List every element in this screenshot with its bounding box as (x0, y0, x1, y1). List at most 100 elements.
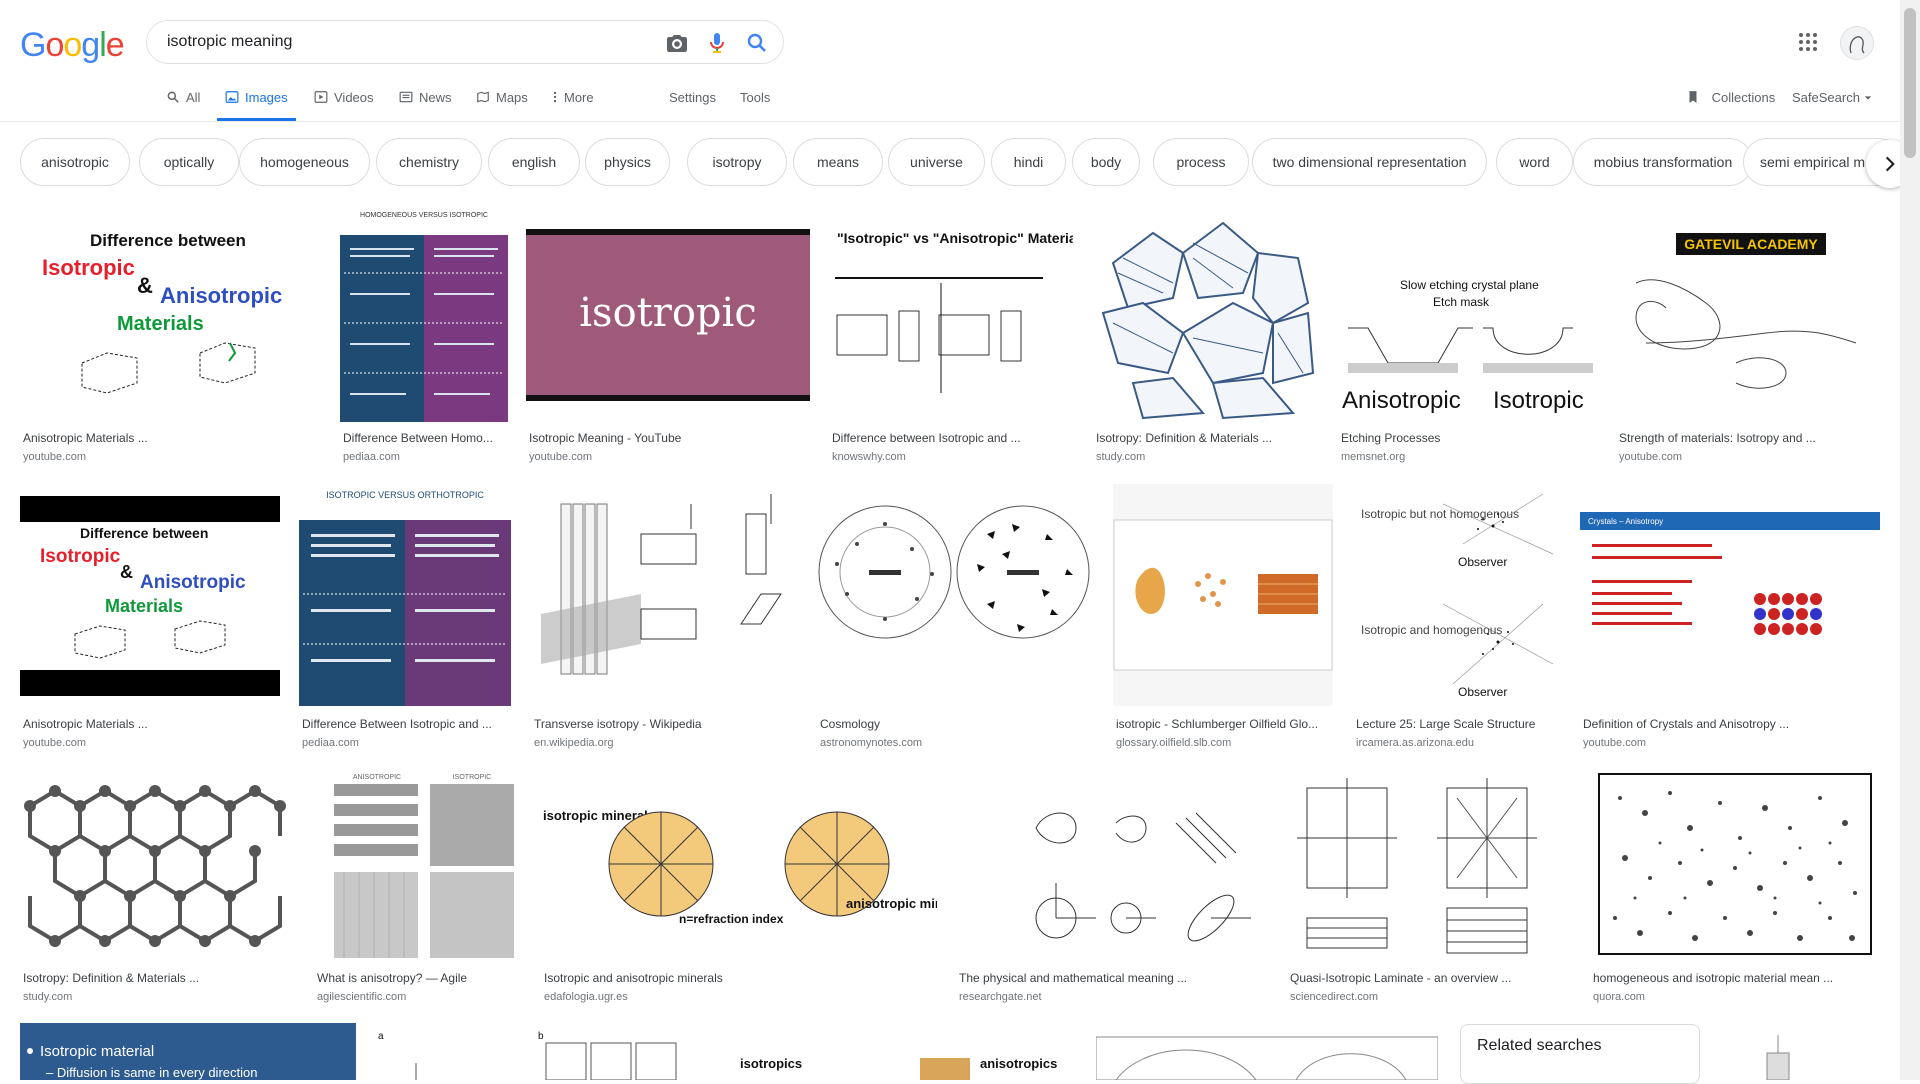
image-result[interactable]: Slow etching crystal plane Etch mask Etc… (1338, 203, 1597, 465)
result-source: agilescientific.com (317, 991, 407, 1003)
avatar[interactable] (1840, 26, 1874, 60)
camera-icon[interactable] (665, 31, 689, 55)
image-result[interactable]: "Isotropic" vs "Anisotropic" Materials D… (829, 203, 1073, 465)
search-icon[interactable] (745, 31, 769, 55)
tab-news[interactable]: News (399, 90, 452, 122)
search-input[interactable] (167, 31, 627, 53)
result-title[interactable]: Lecture 25: Large Scale Structure (1356, 717, 1556, 731)
result-title[interactable]: The physical and mathematical meaning ..… (959, 971, 1264, 985)
result-title[interactable]: Cosmology (820, 717, 1090, 731)
image-result[interactable]: Isotropy: Definition & Materials ... stu… (20, 768, 294, 1004)
result-title[interactable]: Quasi-Isotropic Laminate - an overview .… (1290, 971, 1570, 985)
chip[interactable]: mobius transformation (1573, 138, 1753, 186)
result-title[interactable]: Anisotropic Materials ... (23, 431, 313, 445)
image-result[interactable]: Isotropic material – Diffusion is same i… (20, 1023, 356, 1080)
result-title[interactable]: What is anisotropy? — Agile (317, 971, 522, 985)
thumb-text: Observer (1458, 555, 1507, 569)
chip[interactable]: chemistry (376, 138, 482, 186)
result-title[interactable]: homogeneous and isotropic material mean … (1593, 971, 1878, 985)
result-title[interactable]: Transverse isotropy - Wikipedia (534, 717, 796, 731)
result-thumbnail (1590, 768, 1880, 961)
chip[interactable]: isotropy (687, 138, 787, 186)
tab-label: Images (245, 90, 288, 105)
image-result[interactable]: Difference between Isotropic & Anisotrop… (20, 203, 320, 465)
result-title[interactable]: Difference Between Homo... (343, 431, 508, 445)
thumb-text: Isotropic but not homogenous (1361, 507, 1519, 521)
image-result[interactable] (1096, 1023, 1438, 1080)
microphone-icon[interactable] (705, 31, 729, 55)
chip[interactable]: anisotropic (20, 138, 130, 186)
image-result[interactable]: isotropic Isotropic Meaning - YouTube yo… (526, 203, 810, 465)
chip[interactable]: two dimensional representation (1252, 138, 1487, 186)
tab-videos[interactable]: Videos (314, 90, 374, 122)
logo-letter: o (63, 26, 82, 64)
image-result[interactable]: isotropic - Schlumberger Oilfield Glo...… (1113, 484, 1333, 749)
result-title[interactable]: Isotropy: Definition & Materials ... (1096, 431, 1316, 445)
tools-label: Tools (740, 90, 771, 105)
chip[interactable]: body (1072, 138, 1140, 186)
image-result[interactable]: Quasi-Isotropic Laminate - an overview .… (1287, 768, 1571, 1004)
tab-images[interactable]: Images (217, 90, 296, 122)
image-result[interactable]: GATEVIL ACADEMY Strength of materials: I… (1616, 203, 1880, 465)
result-thumbnail: isotropic (526, 203, 810, 422)
result-title[interactable]: isotropic - Schlumberger Oilfield Glo... (1116, 717, 1331, 731)
image-result[interactable]: Isotropy: Definition & Materials ... stu… (1093, 203, 1317, 465)
safesearch-menu[interactable]: SafeSearch (1792, 90, 1872, 105)
result-title[interactable]: Difference between Isotropic and ... (832, 431, 1072, 445)
scrollbar-thumb[interactable] (1904, 8, 1916, 158)
image-result[interactable]: Crystals – Anisotropy Definition of Crys… (1580, 484, 1880, 749)
result-title[interactable]: Isotropic and anisotropic minerals (544, 971, 934, 985)
result-title[interactable]: Strength of materials: Isotropy and ... (1619, 431, 1879, 445)
result-source: youtube.com (1583, 737, 1646, 749)
image-result[interactable]: Cosmology astronomynotes.com (817, 484, 1093, 749)
result-thumbnail (1722, 1023, 1880, 1080)
chip[interactable]: means (793, 138, 883, 186)
image-result[interactable]: isotropic mineral n=refraction index ani… (541, 768, 937, 1004)
tab-all[interactable]: All (166, 90, 200, 122)
settings-link[interactable]: Settings (669, 90, 716, 122)
result-thumbnail: Slow etching crystal plane Etch mask Etc… (1338, 203, 1597, 422)
chip[interactable]: english (488, 138, 580, 186)
collections-link[interactable]: Collections (1686, 90, 1775, 105)
svg-text:b: b (538, 1031, 544, 1042)
result-title[interactable]: Anisotropic Materials ... (23, 717, 273, 731)
apps-grid-icon[interactable] (1796, 30, 1820, 54)
image-result[interactable]: Isotropic but not homogenous Observer Is… (1353, 484, 1559, 749)
result-title[interactable]: Isotropy: Definition & Materials ... (23, 971, 293, 985)
header-divider (0, 121, 1920, 122)
image-result[interactable]: ANISOTROPIC ISOTROPIC What is anisotropy… (314, 768, 521, 1004)
image-result[interactable] (1722, 1023, 1880, 1080)
tab-maps[interactable]: Maps (476, 90, 528, 122)
image-result[interactable]: ISOTROPIC VERSUS ORTHOTROPIC Difference … (299, 484, 511, 749)
image-result[interactable]: homogeneous and isotropic material mean … (1590, 768, 1880, 1004)
chip[interactable]: homogeneous (239, 138, 370, 186)
image-result[interactable]: HOMOGENEOUS VERSUS ISOTROPIC Difference … (340, 203, 508, 465)
result-title[interactable]: Isotropic Meaning - YouTube (529, 431, 809, 445)
svg-text:Anisotropic: Anisotropic (1342, 387, 1461, 414)
image-result[interactable]: Difference between Isotropic & Anisotrop… (20, 484, 280, 749)
tools-link[interactable]: Tools (740, 90, 770, 122)
result-title[interactable]: Definition of Crystals and Anisotropy ..… (1583, 717, 1873, 731)
result-thumbnail: a b (376, 1023, 710, 1080)
image-result[interactable]: Transverse isotropy - Wikipedia en.wikip… (531, 484, 797, 749)
page-scrollbar[interactable] (1900, 0, 1920, 1080)
chip[interactable]: word (1496, 138, 1573, 186)
result-thumbnail (1113, 484, 1333, 706)
tab-more[interactable]: More (552, 90, 594, 122)
google-logo[interactable]: Google (20, 26, 125, 65)
search-box[interactable] (146, 20, 784, 64)
image-result[interactable]: The physical and mathematical meaning ..… (956, 768, 1266, 1004)
chip[interactable]: process (1153, 138, 1249, 186)
play-icon (314, 91, 328, 103)
thumb-text: Materials (117, 313, 204, 335)
chip[interactable]: physics (585, 138, 670, 186)
image-result[interactable]: isotropics anisotropics (730, 1023, 1076, 1080)
chip[interactable]: hindi (991, 138, 1066, 186)
result-thumbnail (817, 484, 1093, 706)
result-title[interactable]: Difference Between Isotropic and ... (302, 717, 507, 731)
svg-text:Anisotropic: Anisotropic (140, 572, 246, 593)
result-title[interactable]: Etching Processes (1341, 431, 1596, 445)
chip[interactable]: universe (888, 138, 985, 186)
chip[interactable]: optically (139, 138, 239, 186)
image-result[interactable]: a b (376, 1023, 710, 1080)
